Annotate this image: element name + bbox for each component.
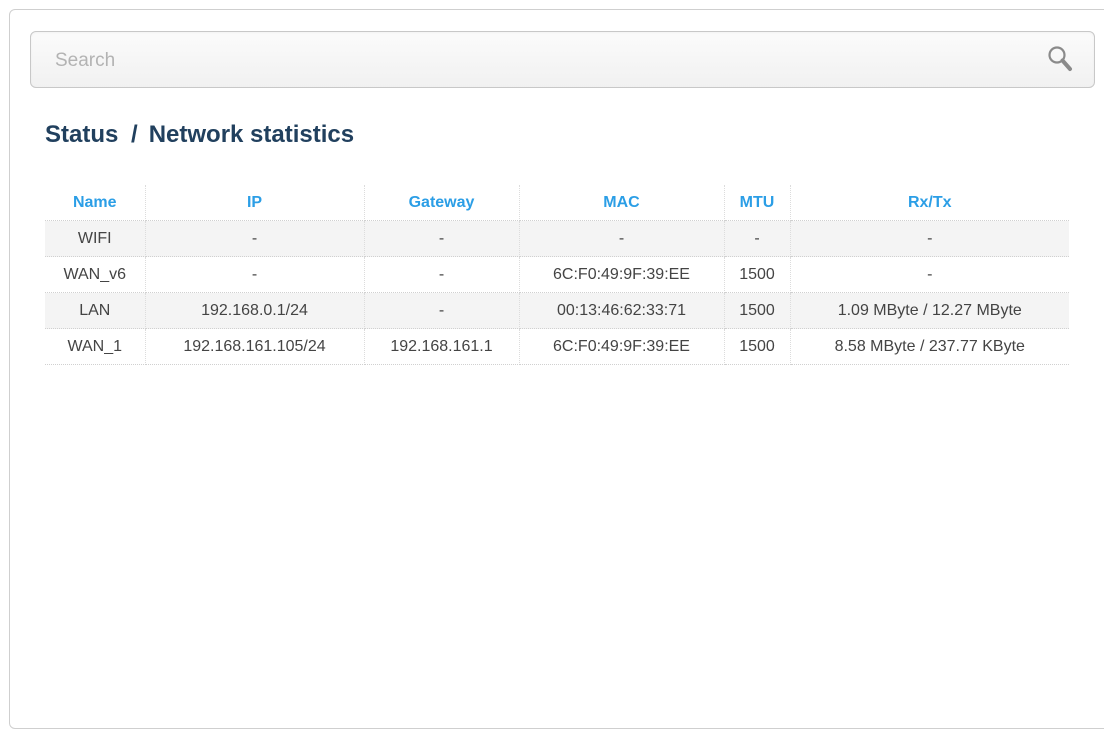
cell-name: WAN_1	[45, 328, 146, 365]
cell-rxtx: 8.58 MByte / 237.77 KByte	[790, 328, 1069, 365]
column-header-mtu: MTU	[724, 185, 791, 221]
cell-mac: -	[519, 220, 725, 257]
table-row[interactable]: WAN_v6 - - 6C:F0:49:9F:39:EE 1500 -	[45, 256, 1069, 293]
cell-mac: 00:13:46:62:33:71	[519, 292, 725, 329]
cell-ip: -	[145, 220, 365, 257]
cell-rxtx: 1.09 MByte / 12.27 MByte	[790, 292, 1069, 329]
content-panel	[9, 9, 1104, 729]
page-title: Status / Network statistics	[45, 121, 354, 149]
search-icon[interactable]	[1043, 42, 1077, 76]
cell-gateway: -	[364, 256, 520, 293]
search-bar[interactable]	[30, 31, 1095, 88]
cell-gateway: -	[364, 292, 520, 329]
network-stats-table: Name IP Gateway MAC MTU Rx/Tx WIFI - - -…	[45, 185, 1069, 365]
cell-name: WIFI	[45, 220, 146, 257]
cell-ip: -	[145, 256, 365, 293]
table-row[interactable]: WAN_1 192.168.161.105/24 192.168.161.1 6…	[45, 328, 1069, 365]
cell-gateway: -	[364, 220, 520, 257]
breadcrumb-separator: /	[131, 121, 138, 148]
breadcrumb-page: Network statistics	[148, 121, 355, 148]
column-header-rxtx: Rx/Tx	[790, 185, 1069, 221]
breadcrumb-section: Status	[45, 121, 119, 148]
column-header-ip: IP	[145, 185, 365, 221]
table-row[interactable]: WIFI - - - - -	[45, 220, 1069, 257]
cell-ip: 192.168.0.1/24	[145, 292, 365, 329]
cell-ip: 192.168.161.105/24	[145, 328, 365, 365]
cell-mac: 6C:F0:49:9F:39:EE	[519, 256, 725, 293]
cell-gateway: 192.168.161.1	[364, 328, 520, 365]
column-header-gateway: Gateway	[364, 185, 520, 221]
cell-mac: 6C:F0:49:9F:39:EE	[519, 328, 725, 365]
cell-rxtx: -	[790, 256, 1069, 293]
cell-mtu: 1500	[724, 256, 791, 293]
cell-name: WAN_v6	[45, 256, 146, 293]
cell-rxtx: -	[790, 220, 1069, 257]
table-header-row: Name IP Gateway MAC MTU Rx/Tx	[45, 185, 1069, 221]
column-header-name: Name	[45, 185, 146, 221]
cell-name: LAN	[45, 292, 146, 329]
cell-mtu: 1500	[724, 328, 791, 365]
column-header-mac: MAC	[519, 185, 725, 221]
search-input[interactable]	[53, 46, 1017, 76]
cell-mtu: -	[724, 220, 791, 257]
cell-mtu: 1500	[724, 292, 791, 329]
table-row[interactable]: LAN 192.168.0.1/24 - 00:13:46:62:33:71 1…	[45, 292, 1069, 329]
